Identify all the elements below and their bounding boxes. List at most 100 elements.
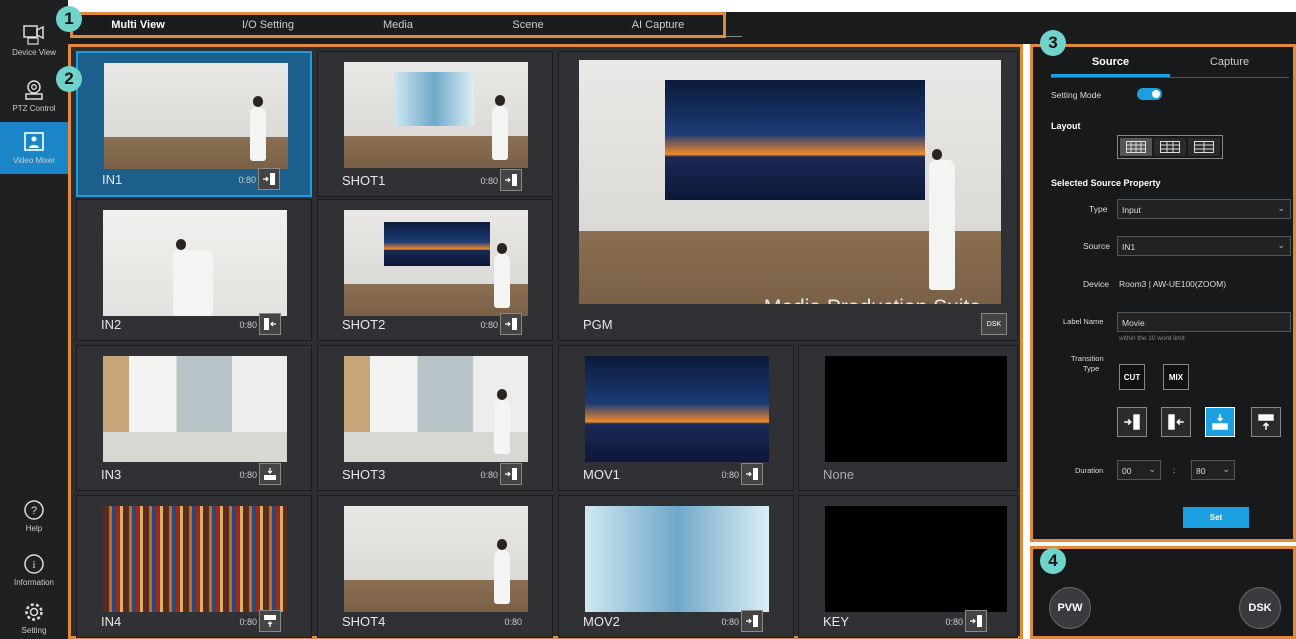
source-value: IN1 xyxy=(1122,242,1136,252)
chevron-down-icon: ⌄ xyxy=(1277,240,1285,250)
source-cell-shot4[interactable]: SHOT4 0:80 xyxy=(317,495,553,638)
sidebar-item-label: Setting xyxy=(21,626,47,635)
source-cell-in3[interactable]: IN3 0:80 xyxy=(76,345,312,491)
source-cell-mov1[interactable]: MOV1 0:80 xyxy=(558,345,794,491)
label-name-input[interactable]: Movie xyxy=(1117,312,1291,332)
wipe-right-icon[interactable] xyxy=(500,169,522,191)
cell-label: None xyxy=(823,467,855,482)
sidebar-item-setting[interactable]: Setting xyxy=(0,592,68,639)
type-value: Input xyxy=(1122,205,1141,215)
type-select[interactable]: Input ⌄ xyxy=(1117,199,1291,219)
selected-source-property-label: Selected Source Property xyxy=(1051,178,1161,188)
wipe-right-icon[interactable] xyxy=(965,610,987,632)
source-cell-in2[interactable]: IN2 0:80 xyxy=(76,199,312,341)
wipe-up-icon[interactable] xyxy=(259,610,281,632)
main-tabs: Multi View I/O Setting Media Scene AI Ca… xyxy=(70,12,726,38)
source-cell-key[interactable]: KEY 0:80 xyxy=(798,495,1018,638)
wipe-right-icon[interactable] xyxy=(741,610,763,632)
dsk-indicator[interactable]: DSK xyxy=(981,313,1007,335)
tab-source[interactable]: Source xyxy=(1051,56,1170,77)
dsk-button[interactable]: DSK xyxy=(1239,587,1281,629)
wipe-right-icon[interactable] xyxy=(741,463,763,485)
thumbnail xyxy=(825,506,1007,612)
pgm-cell[interactable]: Media Production Suite PGM DSK xyxy=(558,51,1018,341)
wipe-down-button[interactable] xyxy=(1205,407,1235,437)
tab-media[interactable]: Media xyxy=(333,19,463,31)
wipe-right-icon[interactable] xyxy=(258,168,280,190)
tab-capture[interactable]: Capture xyxy=(1170,56,1289,77)
pvw-button[interactable]: PVW xyxy=(1049,587,1091,629)
setting-mode-toggle[interactable] xyxy=(1137,88,1162,100)
mix-button[interactable]: MIX xyxy=(1163,364,1189,390)
cell-label: IN3 xyxy=(101,467,122,482)
sidebar-item-label: Video Mixer xyxy=(12,156,56,165)
wipe-down-icon xyxy=(1212,414,1228,430)
wipe-down-icon[interactable] xyxy=(259,463,281,485)
wipe-left-button[interactable] xyxy=(1161,407,1191,437)
source-cell-shot2[interactable]: SHOT2 0:80 xyxy=(317,199,553,341)
duration-frames-value: 80 xyxy=(1196,466,1206,476)
tab-ai-capture[interactable]: AI Capture xyxy=(593,19,723,31)
tab-scene[interactable]: Scene xyxy=(463,19,593,31)
output-panel: PVW DSK xyxy=(1030,546,1296,639)
panel-tabs: Source Capture xyxy=(1051,56,1289,78)
thumbnail xyxy=(585,356,769,462)
wipe-up-icon xyxy=(1258,414,1274,430)
source-cell-none[interactable]: None xyxy=(798,345,1018,491)
transition-type-label-1: Transition xyxy=(1071,354,1104,363)
svg-text:i: i xyxy=(32,559,35,571)
thumbnail xyxy=(344,356,528,462)
sidebar-item-video-mixer[interactable]: Video Mixer xyxy=(0,122,68,174)
cell-duration: 0:80 xyxy=(239,617,257,627)
chevron-down-icon: ⌄ xyxy=(1148,464,1156,474)
cell-duration: 0:80 xyxy=(239,320,257,330)
source-cell-mov2[interactable]: MOV2 0:80 xyxy=(558,495,794,638)
tab-io-setting[interactable]: I/O Setting xyxy=(203,19,333,31)
set-button[interactable]: Set xyxy=(1183,507,1249,528)
callout-badge-1: 1 xyxy=(56,6,82,32)
source-select[interactable]: IN1 ⌄ xyxy=(1117,236,1291,256)
cell-duration: 0:80 xyxy=(504,617,522,627)
tab-multi-view[interactable]: Multi View xyxy=(73,19,203,31)
multiview-grid: IN1 0:80 SHOT1 0:80 Media Production Sui… xyxy=(68,44,1023,639)
cell-label: SHOT4 xyxy=(342,614,386,629)
wipe-right-button[interactable] xyxy=(1117,407,1147,437)
layout-grid-4x3-icon[interactable] xyxy=(1120,138,1152,156)
thumbnail xyxy=(103,506,287,612)
cell-label: IN2 xyxy=(101,317,122,332)
wipe-left-icon[interactable] xyxy=(259,313,281,335)
wipe-right-icon[interactable] xyxy=(500,463,522,485)
sidebar-item-information[interactable]: i Information xyxy=(0,544,68,596)
layout-grid-3x3-icon[interactable] xyxy=(1154,138,1186,156)
thumbnail xyxy=(344,506,528,612)
sidebar-item-label: PTZ Control xyxy=(12,104,56,113)
cell-duration: 0:80 xyxy=(239,470,257,480)
cell-label: MOV2 xyxy=(583,614,620,629)
layout-grid-2x3-icon[interactable] xyxy=(1188,138,1220,156)
video-mixer-icon xyxy=(24,132,44,151)
wipe-up-button[interactable] xyxy=(1251,407,1281,437)
cell-label: MOV1 xyxy=(583,467,620,482)
cell-duration: 0:80 xyxy=(480,320,498,330)
tab-underline xyxy=(726,36,742,37)
transition-type-label-2: Type xyxy=(1083,364,1100,373)
source-cell-in1[interactable]: IN1 0:80 xyxy=(76,51,312,197)
thumbnail xyxy=(344,210,528,316)
sidebar-item-help[interactable]: ? Help xyxy=(0,490,68,542)
cell-label: SHOT3 xyxy=(342,467,386,482)
source-cell-shot3[interactable]: SHOT3 0:80 xyxy=(317,345,553,491)
duration-frames-select[interactable]: 80 ⌄ xyxy=(1191,460,1235,480)
cell-label: IN1 xyxy=(102,172,123,187)
source-cell-in4[interactable]: IN4 0:80 xyxy=(76,495,312,638)
pgm-label: PGM xyxy=(583,317,613,332)
callout-badge-4: 4 xyxy=(1040,548,1066,574)
gear-icon xyxy=(25,603,43,621)
cut-button[interactable]: CUT xyxy=(1119,364,1145,390)
thumbnail xyxy=(344,62,528,168)
layout-selector xyxy=(1117,135,1223,159)
duration-seconds-value: 00 xyxy=(1122,466,1132,476)
source-cell-shot1[interactable]: SHOT1 0:80 xyxy=(317,51,553,197)
cell-duration: 0:80 xyxy=(721,617,739,627)
duration-seconds-select[interactable]: 00 ⌄ xyxy=(1117,460,1161,480)
wipe-right-icon[interactable] xyxy=(500,313,522,335)
